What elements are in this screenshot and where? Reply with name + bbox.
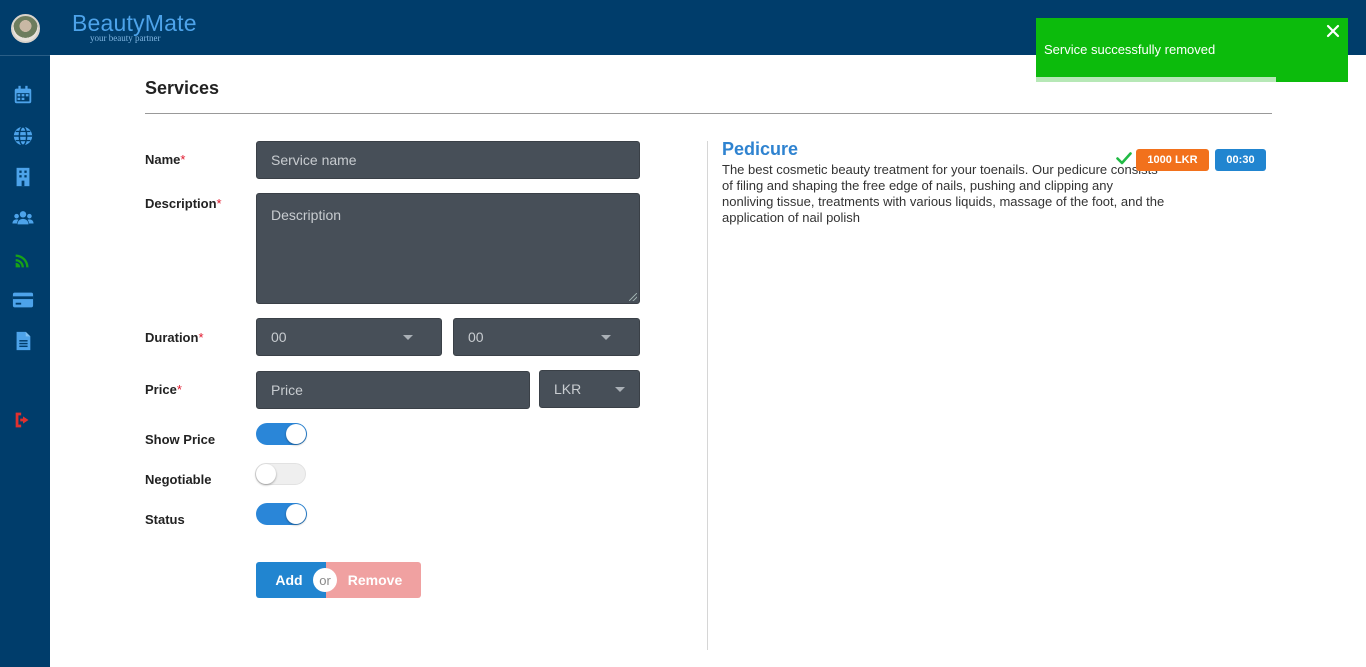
toggle-knob — [286, 504, 306, 524]
building-icon[interactable] — [11, 165, 35, 189]
service-name[interactable]: Pedicure — [722, 139, 798, 160]
credit-card-icon[interactable] — [11, 288, 35, 312]
sign-out-icon[interactable] — [11, 408, 35, 432]
page-title: Services — [145, 78, 220, 98]
duration-minutes-select[interactable]: 00 — [453, 318, 640, 356]
negotiable-label: Negotiable — [145, 472, 212, 487]
chevron-down-icon — [403, 335, 413, 340]
title-divider — [145, 113, 1272, 114]
status-label: Status — [145, 512, 185, 527]
users-icon[interactable] — [11, 206, 35, 230]
resize-handle[interactable] — [629, 293, 637, 301]
wifi-signal-icon[interactable] — [11, 248, 35, 272]
column-divider — [707, 141, 708, 650]
toggle-knob — [286, 424, 306, 444]
required-marker: * — [180, 152, 186, 167]
duration-label: Duration* — [145, 330, 204, 345]
currency-value: LKR — [554, 381, 582, 397]
service-name-placeholder: Service name — [271, 152, 357, 168]
duration-minutes-value: 00 — [468, 329, 484, 345]
show-price-toggle[interactable] — [256, 423, 307, 445]
price-placeholder: Price — [271, 382, 303, 398]
chevron-down-icon — [615, 387, 625, 392]
price-input[interactable]: Price — [256, 371, 530, 409]
description-placeholder: Description — [271, 207, 342, 223]
duration-hours-value: 00 — [271, 329, 287, 345]
description-textarea[interactable]: Description — [256, 193, 640, 304]
success-toast[interactable]: Service successfully removed — [1036, 18, 1348, 82]
duration-hours-select[interactable]: 00 — [256, 318, 442, 356]
toast-progress-bar — [1036, 77, 1277, 82]
required-marker: * — [198, 330, 204, 345]
chevron-down-icon — [601, 335, 611, 340]
close-icon[interactable] — [1326, 24, 1340, 38]
toast-message: Service successfully removed — [1044, 42, 1216, 57]
price-label: Price* — [145, 382, 182, 397]
currency-select[interactable]: LKR — [539, 370, 640, 408]
name-label-text: Name — [145, 152, 181, 167]
status-toggle[interactable] — [256, 503, 307, 525]
or-divider: or — [313, 568, 337, 592]
description-label-text: Description — [145, 196, 217, 211]
avatar[interactable] — [11, 14, 40, 43]
globe-icon[interactable] — [11, 124, 35, 148]
service-name-input[interactable]: Service name — [256, 141, 640, 179]
calendar-icon[interactable] — [11, 83, 35, 107]
name-label: Name* — [145, 152, 185, 167]
description-label: Description* — [145, 196, 222, 211]
brand-logo[interactable]: BeautyMate your beauty partner — [72, 10, 197, 43]
required-marker: * — [176, 382, 182, 397]
document-icon[interactable] — [11, 329, 35, 353]
price-label-text: Price — [145, 382, 177, 397]
sidebar — [0, 55, 50, 667]
check-icon — [1116, 152, 1132, 165]
toggle-knob — [256, 464, 276, 484]
negotiable-toggle[interactable] — [255, 463, 306, 485]
price-badge: 1000 LKR — [1136, 149, 1209, 171]
remove-button[interactable]: Remove — [326, 562, 421, 598]
show-price-label: Show Price — [145, 432, 216, 447]
service-description: The best cosmetic beauty treatment for y… — [722, 162, 1165, 225]
duration-label-text: Duration — [145, 330, 199, 345]
required-marker: * — [216, 196, 222, 211]
duration-badge: 00:30 — [1215, 149, 1266, 171]
